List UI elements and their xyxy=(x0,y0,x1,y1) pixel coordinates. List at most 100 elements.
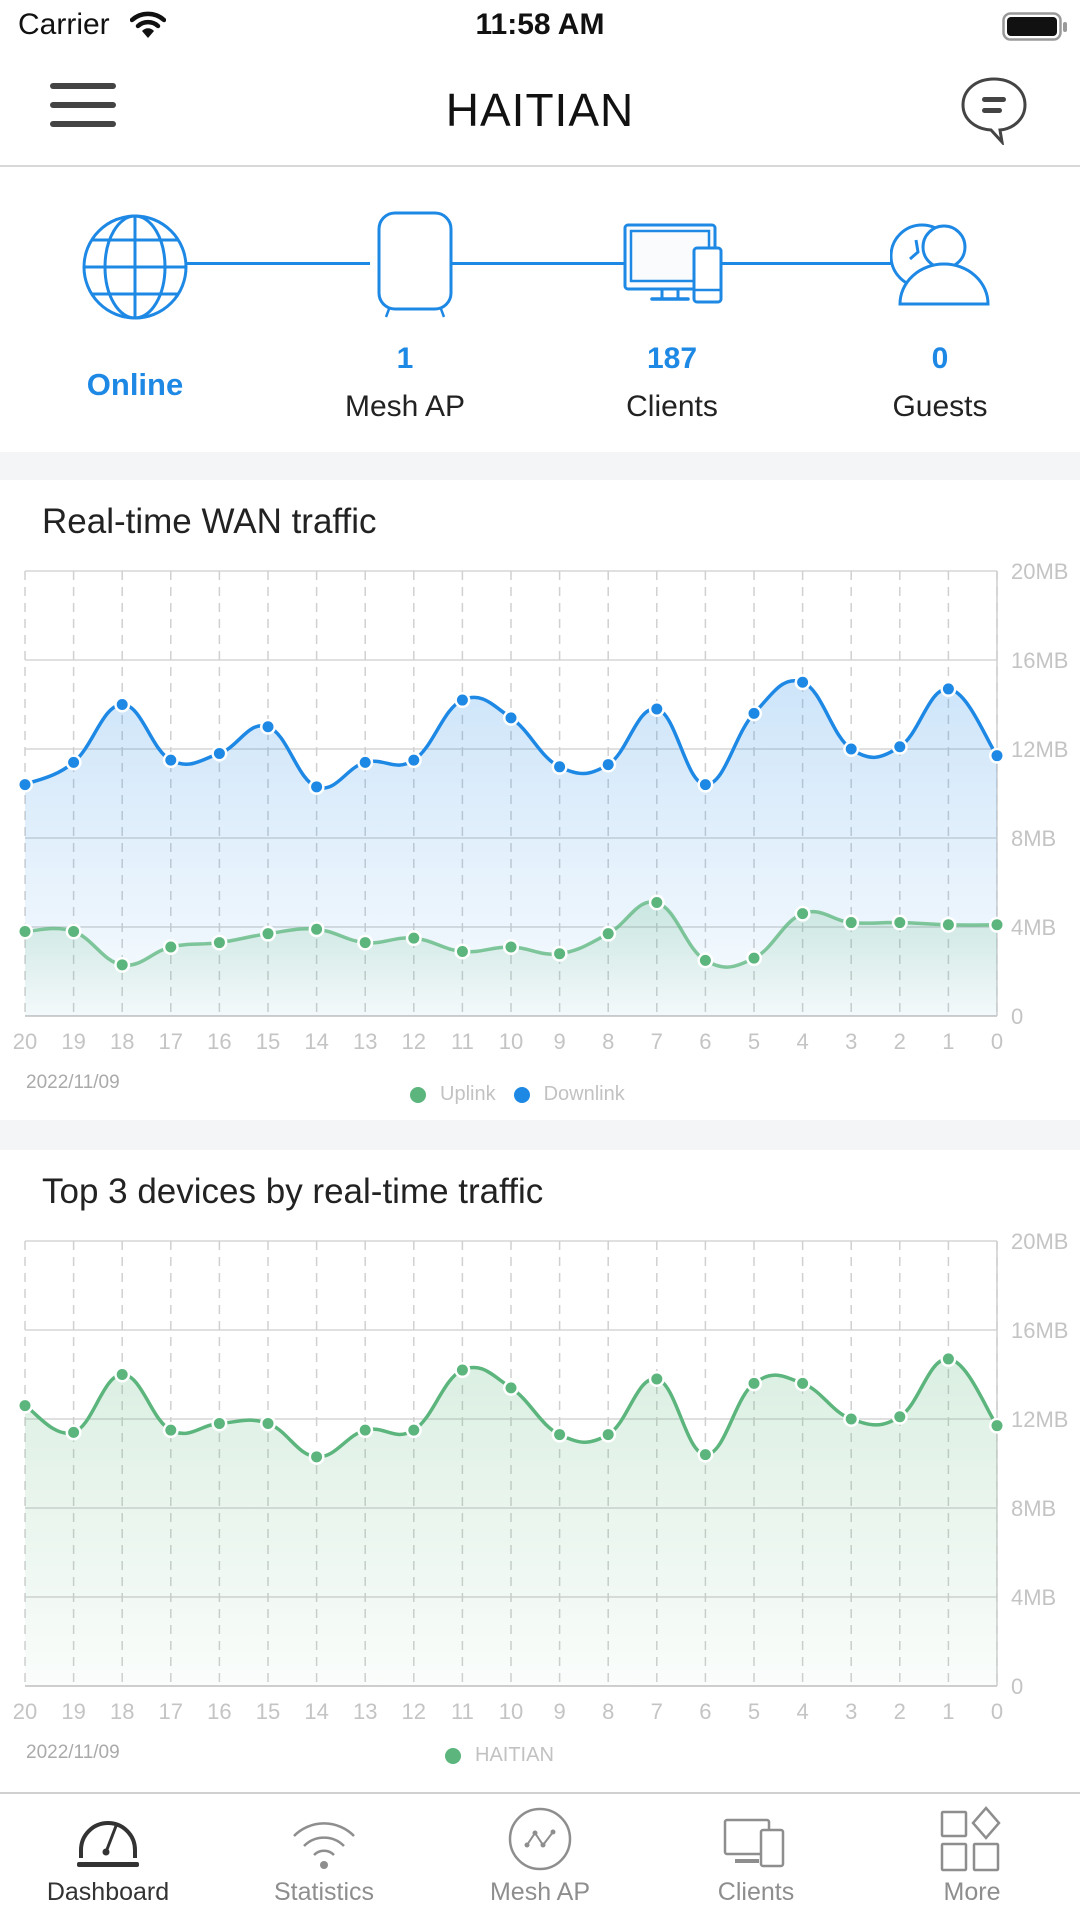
tab-mesh-ap[interactable]: Mesh AP xyxy=(432,1794,648,1920)
more-grid-icon xyxy=(939,1806,1005,1877)
x-tick-label: 17 xyxy=(159,1029,183,1054)
top-devices-chart: 04MB8MB12MB16MB20MB20 19 18 17 16 15 14 13 12 11 1… xyxy=(13,1229,1069,1724)
y-tick-label: 0 xyxy=(1011,1674,1023,1699)
messages-button[interactable] xyxy=(958,73,1030,150)
data-point xyxy=(68,925,80,937)
wan-chart-date: 2022/11/09 xyxy=(26,1072,120,1093)
y-tick-label: 0 xyxy=(1011,1004,1023,1029)
data-point xyxy=(602,759,614,771)
data-point xyxy=(262,928,274,940)
x-tick-label: 3 xyxy=(845,1029,857,1054)
page-title: HAITIAN xyxy=(445,84,635,136)
x-tick-label: 8 xyxy=(602,1699,614,1724)
data-point xyxy=(894,741,906,753)
x-tick-label: 8 xyxy=(602,1029,614,1054)
connection-line xyxy=(720,262,900,265)
tab-dashboard[interactable]: Dashboard xyxy=(0,1794,216,1920)
legend-label: HAITIAN xyxy=(475,1744,554,1766)
x-tick-label: 9 xyxy=(553,1699,565,1724)
data-point xyxy=(748,1377,760,1389)
computer-phone-icon xyxy=(622,222,723,332)
top-devices-card: Top 3 devices by real-time traffic 0 4MB 8… xyxy=(0,1150,1080,1792)
data-point xyxy=(165,1424,177,1436)
y-tick-label: 12MB xyxy=(1011,1407,1068,1432)
x-tick-label: 2 xyxy=(894,1699,906,1724)
legend-label: Uplink xyxy=(440,1083,496,1105)
legend-downlink[interactable]: Downlink xyxy=(513,1083,625,1106)
y-tick-label: 4MB xyxy=(1011,915,1056,940)
guests-count: 0 xyxy=(931,342,949,375)
data-point xyxy=(68,756,80,768)
x-tick-label: 13 xyxy=(353,1029,377,1054)
legend-haitian[interactable]: HAITIAN xyxy=(445,1744,554,1767)
data-point xyxy=(942,683,954,695)
x-tick-label: 5 xyxy=(748,1029,760,1054)
x-tick-label: 10 xyxy=(499,1029,523,1054)
data-point xyxy=(408,754,420,766)
data-point xyxy=(359,1424,371,1436)
data-point xyxy=(456,694,468,706)
y-tick-label: 16MB xyxy=(1011,648,1068,673)
data-point xyxy=(845,743,857,755)
data-point xyxy=(262,1417,274,1429)
data-point xyxy=(554,761,566,773)
data-point xyxy=(213,747,225,759)
x-tick-label: 6 xyxy=(699,1699,711,1724)
y-tick-label: 20MB xyxy=(1011,559,1068,584)
y-tick-label: 12MB xyxy=(1011,737,1068,762)
data-point xyxy=(456,1364,468,1376)
data-point xyxy=(991,919,1003,931)
x-tick-label: 18 xyxy=(110,1699,134,1724)
navigation-bar: HAITIAN xyxy=(0,55,1080,167)
data-point xyxy=(311,781,323,793)
x-tick-label: 6 xyxy=(699,1029,711,1054)
x-tick-label: 16 xyxy=(207,1029,231,1054)
data-point xyxy=(797,676,809,688)
x-tick-label: 5 xyxy=(748,1699,760,1724)
data-point xyxy=(845,1413,857,1425)
x-tick-label: 15 xyxy=(256,1699,280,1724)
x-tick-label: 14 xyxy=(304,1699,328,1724)
legend-uplink[interactable]: Uplink xyxy=(410,1083,496,1106)
tab-clients[interactable]: Clients xyxy=(648,1794,864,1920)
x-tick-label: 19 xyxy=(61,1699,85,1724)
mesh-ap-icon xyxy=(507,1806,573,1877)
wan-chart-legend: Uplink Downlink xyxy=(410,1083,643,1106)
data-point xyxy=(699,954,711,966)
data-point xyxy=(699,1449,711,1461)
data-point xyxy=(942,1353,954,1365)
top-chart-legend: HAITIAN xyxy=(445,1744,572,1767)
clients-label: Clients xyxy=(626,390,718,423)
x-tick-label: 7 xyxy=(651,1029,663,1054)
status-bar: Carrier 11:58 AM xyxy=(0,0,1080,55)
wan-traffic-card: Real-time WAN traffic 0 4MB 8MB 12MB 16MB 20M… xyxy=(0,480,1080,1120)
tab-label: Statistics xyxy=(273,1878,375,1906)
y-tick-label: 8MB xyxy=(1011,1496,1056,1521)
router-icon xyxy=(365,209,465,319)
data-point xyxy=(408,932,420,944)
dashboard-gauge-icon xyxy=(73,1814,143,1875)
data-point xyxy=(748,707,760,719)
x-tick-label: 12 xyxy=(402,1029,426,1054)
data-point xyxy=(359,937,371,949)
uplink-legend-dot xyxy=(410,1086,426,1103)
data-point xyxy=(797,1377,809,1389)
x-tick-label: 4 xyxy=(796,1699,808,1724)
wan-traffic-chart: 04MB8MB12MB16MB20MB20 19 18 17 16 15 14 13 12 11 1… xyxy=(13,559,1069,1054)
tab-label: Mesh AP xyxy=(489,1878,591,1906)
haitian-legend-dot xyxy=(445,1747,461,1764)
data-point xyxy=(68,1426,80,1438)
data-point xyxy=(213,1417,225,1429)
data-point xyxy=(748,952,760,964)
tab-statistics[interactable]: Statistics xyxy=(216,1794,432,1920)
battery-icon xyxy=(1002,12,1068,47)
data-point xyxy=(651,897,663,909)
network-topology: Online 1 Mesh AP 187 Clients 0 Guests xyxy=(0,167,1080,452)
top-chart-date: 2022/11/09 xyxy=(26,1742,120,1763)
data-point xyxy=(699,779,711,791)
data-point xyxy=(894,917,906,929)
wifi-statistics-icon xyxy=(289,1814,359,1875)
tab-more[interactable]: More xyxy=(864,1794,1080,1920)
x-tick-label: 1 xyxy=(942,1029,954,1054)
data-point xyxy=(991,750,1003,762)
